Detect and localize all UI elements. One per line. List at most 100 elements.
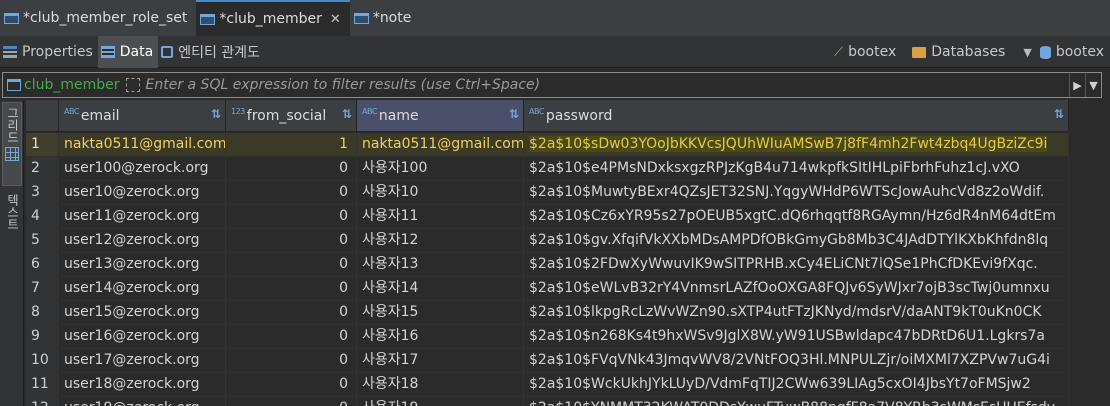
sort-icon[interactable]: ⇅	[342, 107, 352, 121]
from-social-cell[interactable]: 0	[226, 157, 357, 181]
table-row[interactable]: 10 user17@zerock.org 0 사용자17 $2a$10$FVqVNk43…	[26, 349, 1110, 373]
tab-er-diagram[interactable]: 엔티티 관계도	[158, 36, 265, 68]
databases-folder[interactable]: Databases	[912, 44, 1005, 60]
row-number-cell[interactable]: 11	[26, 373, 59, 397]
from-social-cell-value: 0	[339, 232, 348, 248]
table-row[interactable]: 8 user15@zerock.org 0 사용자15 $2a$10$lkpgRcLzW…	[26, 301, 1110, 325]
column-header-name[interactable]: ABC name ⇅	[357, 100, 524, 132]
password-cell[interactable]: $2a$10$WckUkhJYkLUyD/VdmFqTIJ2CWw639LIAg…	[524, 373, 1069, 397]
row-number-cell[interactable]: 2	[26, 157, 59, 181]
sort-icon[interactable]: ⇅	[1054, 107, 1064, 121]
from-social-cell[interactable]: 0	[226, 349, 357, 373]
from-social-cell[interactable]: 1	[226, 133, 357, 157]
password-cell[interactable]: $2a$10$YNMMT32KWAT0DDsYwuFTuwB88ngfF8a7V…	[524, 397, 1069, 406]
email-cell[interactable]: nakta0511@gmail.com	[59, 133, 226, 157]
editor-tab-club-member[interactable]: *club_member ✕	[196, 0, 350, 36]
email-cell[interactable]: user10@zerock.org	[59, 181, 226, 205]
email-cell[interactable]: user18@zerock.org	[59, 373, 226, 397]
email-cell[interactable]: user13@zerock.org	[59, 253, 226, 277]
email-cell[interactable]: user16@zerock.org	[59, 325, 226, 349]
row-number-cell[interactable]: 10	[26, 349, 59, 373]
sort-icon[interactable]: ⇅	[509, 107, 519, 121]
email-cell[interactable]: user14@zerock.org	[59, 277, 226, 301]
column-header-email[interactable]: ABC email ⇅	[59, 100, 226, 132]
from-social-cell[interactable]: 0	[226, 301, 357, 325]
editor-tab-label: *club_member_role_set	[23, 10, 188, 26]
grid-view-tab[interactable]: 그리드	[2, 102, 22, 186]
tab-properties[interactable]: Properties	[0, 36, 98, 68]
name-cell[interactable]: 사용자18	[357, 373, 524, 397]
name-cell[interactable]: nakta0511@gmail.com	[357, 133, 524, 157]
table-row[interactable]: 2 user100@zerock.org 0 사용자100 $2a$10$e4PMsND…	[26, 157, 1110, 181]
password-cell[interactable]: $2a$10$eWLvB32rY4VnmsrLAZfOoOXGA8FQJv6Sy…	[524, 277, 1069, 301]
text-view-tab[interactable]: 텍스트	[2, 190, 22, 260]
apply-filter-icon[interactable]: ▶	[1069, 73, 1085, 97]
email-cell[interactable]: user11@zerock.org	[59, 205, 226, 229]
table-row[interactable]: 7 user14@zerock.org 0 사용자14 $2a$10$eWLvB32rY…	[26, 277, 1110, 301]
password-cell[interactable]: $2a$10$sDw03YOoJbKKVcsJQUhWIuAMSwB7j8fF4…	[524, 133, 1069, 157]
email-cell[interactable]: user100@zerock.org	[59, 157, 226, 181]
name-cell[interactable]: 사용자13	[357, 253, 524, 277]
email-cell[interactable]: user15@zerock.org	[59, 301, 226, 325]
password-cell[interactable]: $2a$10$MuwtyBExr4QZsJET32SNJ.YqgyWHdP6WT…	[524, 181, 1069, 205]
row-number-cell[interactable]: 6	[26, 253, 59, 277]
name-cell[interactable]: 사용자14	[357, 277, 524, 301]
from-social-cell[interactable]: 0	[226, 205, 357, 229]
email-cell[interactable]: user19@zerock.org	[59, 397, 226, 406]
from-social-cell[interactable]: 0	[226, 397, 357, 406]
name-cell[interactable]: 사용자11	[357, 205, 524, 229]
expand-icon[interactable]	[125, 78, 140, 92]
password-cell[interactable]: $2a$10$Cz6xYR95s27pOEUB5xgtC.dQ6rhqqtf8R…	[524, 205, 1069, 229]
filter-input[interactable]: Enter a SQL expression to filter results…	[146, 73, 1070, 97]
table-row[interactable]: 6 user13@zerock.org 0 사용자13 $2a$10$2FDwXyWwu…	[26, 253, 1110, 277]
name-cell[interactable]: 사용자12	[357, 229, 524, 253]
row-number-cell[interactable]: 8	[26, 301, 59, 325]
column-header-from-social[interactable]: 123 from_social ⇅	[226, 100, 357, 132]
table-row[interactable]: 4 user11@zerock.org 0 사용자11 $2a$10$Cz6xYR95s…	[26, 205, 1110, 229]
from-social-cell[interactable]: 0	[226, 253, 357, 277]
row-number-cell[interactable]: 12	[26, 397, 59, 406]
email-cell[interactable]: user17@zerock.org	[59, 349, 226, 373]
row-number-cell[interactable]: 9	[26, 325, 59, 349]
editor-tab-club-member-role-set[interactable]: *club_member_role_set	[0, 0, 196, 36]
sort-icon[interactable]: ⇅	[211, 107, 221, 121]
from-social-cell[interactable]: 0	[226, 373, 357, 397]
row-number-cell[interactable]: 4	[26, 205, 59, 229]
password-cell[interactable]: $2a$10$gv.XfqifVkXXbMDsAMPDfOBkGmyGb8Mb3…	[524, 229, 1069, 253]
table-row[interactable]: 1 nakta0511@gmail.com 1 nakta0511@gmail.com…	[26, 133, 1110, 157]
row-number-header[interactable]	[26, 100, 59, 132]
from-social-cell[interactable]: 0	[226, 229, 357, 253]
name-cell[interactable]: 사용자19	[357, 397, 524, 406]
password-cell[interactable]: $2a$10$e4PMsNDxksxgzRPJzKgB4u714wkpfkSIt…	[524, 157, 1069, 181]
from-social-cell[interactable]: 0	[226, 277, 357, 301]
password-cell[interactable]: $2a$10$FVqVNk43JmqvWV8/2VNtFOQ3Hl.MNPULZ…	[524, 349, 1069, 373]
email-cell[interactable]: user12@zerock.org	[59, 229, 226, 253]
table-row[interactable]: 11 user18@zerock.org 0 사용자18 $2a$10$WckUkhJY…	[26, 373, 1110, 397]
connection-selector[interactable]: ⟋ bootex	[834, 44, 896, 60]
tab-data[interactable]: Data	[97, 35, 159, 68]
password-cell[interactable]: $2a$10$lkpgRcLzWvWZn90.sXTP4utFTzJKNyd/m…	[524, 301, 1069, 325]
from-social-cell[interactable]: 0	[226, 325, 357, 349]
row-number-cell[interactable]: 1	[26, 133, 59, 157]
row-number-cell[interactable]: 7	[26, 277, 59, 301]
row-number-cell[interactable]: 3	[26, 181, 59, 205]
name-cell[interactable]: 사용자16	[357, 325, 524, 349]
database-selector[interactable]: bootex	[1039, 44, 1104, 60]
dropdown-arrow-icon[interactable]: ▼	[1023, 46, 1031, 59]
name-cell[interactable]: 사용자10	[357, 181, 524, 205]
filter-history-icon[interactable]: ▼	[1085, 73, 1101, 97]
table-row[interactable]: 12 user19@zerock.org 0 사용자19 $2a$10$YNMMT32K…	[26, 397, 1110, 406]
column-header-password[interactable]: ABC password ⇅	[524, 100, 1069, 132]
name-cell[interactable]: 사용자15	[357, 301, 524, 325]
close-icon[interactable]: ✕	[330, 12, 341, 27]
password-cell[interactable]: $2a$10$n268Ks4t9hxWSv9JglX8W.yW91USBwlda…	[524, 325, 1069, 349]
table-row[interactable]: 9 user16@zerock.org 0 사용자16 $2a$10$n268Ks4t9…	[26, 325, 1110, 349]
name-cell[interactable]: 사용자17	[357, 349, 524, 373]
password-cell[interactable]: $2a$10$2FDwXyWwuvIK9wSITPRHB.xCy4ELiCNt7…	[524, 253, 1069, 277]
table-row[interactable]: 3 user10@zerock.org 0 사용자10 $2a$10$MuwtyBExr…	[26, 181, 1110, 205]
from-social-cell[interactable]: 0	[226, 181, 357, 205]
table-row[interactable]: 5 user12@zerock.org 0 사용자12 $2a$10$gv.XfqifV…	[26, 229, 1110, 253]
editor-tab-note[interactable]: *note	[350, 0, 421, 36]
row-number-cell[interactable]: 5	[26, 229, 59, 253]
name-cell[interactable]: 사용자100	[357, 157, 524, 181]
